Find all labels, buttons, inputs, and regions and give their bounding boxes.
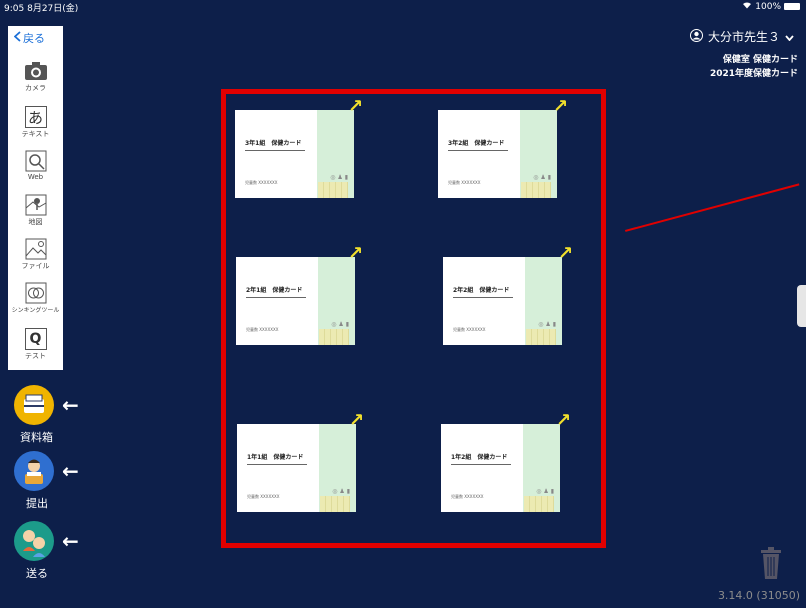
card-underline — [247, 464, 307, 465]
materials-box-icon — [14, 385, 54, 425]
tool-text[interactable]: あ テキスト — [8, 106, 63, 139]
user-name: 大分市先生３ — [707, 30, 780, 44]
card-title: 3年1組 保健カード — [245, 140, 302, 147]
card-underline — [245, 150, 305, 151]
back-label: 戻る — [23, 32, 45, 45]
tool-label: Web — [27, 173, 44, 181]
arrow-left-icon: ← — [62, 459, 79, 483]
card-1-1[interactable]: 1年1組 保健カード 児童数 XXXXXXX ◎ ♟ ▮ — [237, 424, 356, 512]
card-icons: ◎ ♟ ▮ — [536, 488, 554, 495]
card-1-2[interactable]: 1年2組 保健カード 児童数 XXXXXXX ◎ ♟ ▮ — [441, 424, 560, 512]
arrow-up-right-icon: ↗ — [348, 96, 364, 117]
tool-label: テキスト — [21, 130, 50, 138]
card-icons: ◎ ♟ ▮ — [331, 321, 349, 328]
card-3-1[interactable]: 3年1組 保健カード 児童数 XXXXXXX ◎ ♟ ▮ — [235, 110, 354, 198]
tool-label: シンキングツール — [11, 307, 60, 314]
chevron-down-icon — [785, 30, 794, 44]
text-glyph: あ — [27, 108, 43, 127]
status-right: 100% — [742, 1, 800, 12]
tool-label: ファイル — [21, 262, 50, 270]
camera-icon — [24, 60, 48, 82]
breadcrumb-folder: 保健室 保健カード — [722, 55, 798, 65]
arrow-left-icon: ← — [62, 393, 79, 417]
card-underline — [451, 464, 511, 465]
card-title: 1年1組 保健カード — [247, 454, 304, 461]
tool-web[interactable]: Web — [8, 150, 63, 181]
card-underline — [453, 297, 513, 298]
test-icon: Q — [24, 328, 47, 350]
materials-box-label: 資料箱 — [20, 431, 53, 444]
tool-palette: 戻る カメラ あ テキスト Web 地図 ファイル シンキングツール Q テスト — [8, 26, 63, 370]
card-title: 1年2組 保健カード — [451, 454, 508, 461]
arrow-up-right-icon: ↗ — [348, 243, 364, 264]
card-footer: 児童数 XXXXXXX — [451, 494, 484, 499]
card-footer: 児童数 XXXXXXX — [246, 327, 279, 332]
battery-icon — [784, 3, 800, 10]
breadcrumb-notebook: 2021年度保健カード — [709, 69, 798, 79]
text-icon: あ — [24, 106, 47, 128]
card-grid — [526, 329, 556, 345]
highlight-pointer-line — [625, 183, 800, 232]
tool-camera[interactable]: カメラ — [8, 60, 63, 93]
arrow-up-right-icon: ↗ — [558, 243, 574, 264]
card-footer: 児童数 XXXXXXX — [453, 327, 486, 332]
card-grid — [319, 329, 349, 345]
tool-test[interactable]: Q テスト — [8, 328, 63, 361]
arrow-left-icon: ← — [62, 529, 79, 553]
card-grid — [320, 496, 350, 512]
card-underline — [246, 297, 306, 298]
card-grid — [524, 496, 554, 512]
card-grid — [521, 182, 551, 198]
submit-icon — [14, 451, 54, 491]
card-footer: 児童数 XXXXXXX — [448, 180, 481, 185]
test-glyph: Q — [29, 331, 42, 347]
card-footer: 児童数 XXXXXXX — [247, 494, 280, 499]
tool-thinking[interactable]: シンキングツール — [8, 282, 63, 314]
submit-label: 提出 — [26, 497, 48, 510]
card-2-1[interactable]: 2年1組 保健カード 児童数 XXXXXXX ◎ ♟ ▮ — [236, 257, 355, 345]
card-2-2[interactable]: 2年2組 保健カード 児童数 XXXXXXX ◎ ♟ ▮ — [443, 257, 562, 345]
card-title: 2年2組 保健カード — [453, 287, 510, 294]
card-icons: ◎ ♟ ▮ — [533, 174, 551, 181]
status-bar: 9:05 8月27日(金) 100% — [0, 0, 806, 14]
send-label: 送る — [26, 567, 48, 580]
wifi-icon — [742, 1, 752, 12]
card-3-2[interactable]: 3年2組 保健カード 児童数 XXXXXXX ◎ ♟ ▮ — [438, 110, 557, 198]
arrow-up-right-icon: ↗ — [553, 96, 569, 117]
chevron-left-icon — [13, 31, 21, 45]
user-menu[interactable]: 大分市先生３ — [689, 28, 794, 45]
card-icons: ◎ ♟ ▮ — [538, 321, 556, 328]
arrow-up-right-icon: ↗ — [556, 410, 572, 431]
file-icon — [24, 238, 48, 260]
card-underline — [448, 150, 508, 151]
tool-label: 地図 — [28, 218, 43, 226]
trash-icon[interactable] — [760, 546, 782, 580]
user-icon — [689, 28, 703, 45]
tool-map[interactable]: 地図 — [8, 194, 63, 227]
tool-label: カメラ — [25, 84, 46, 92]
card-title: 3年2組 保健カード — [448, 140, 505, 147]
thinking-tool-icon — [24, 282, 48, 304]
version-label: 3.14.0 (31050) — [717, 589, 800, 602]
send-icon — [14, 521, 54, 561]
status-time: 9:05 8月27日(金) — [4, 4, 79, 14]
side-panel-handle[interactable] — [797, 285, 806, 327]
map-icon — [24, 194, 48, 216]
card-title: 2年1組 保健カード — [246, 287, 303, 294]
card-footer: 児童数 XXXXXXX — [245, 180, 278, 185]
back-button[interactable]: 戻る — [13, 30, 45, 46]
card-icons: ◎ ♟ ▮ — [332, 488, 350, 495]
arrow-up-right-icon: ↗ — [349, 410, 365, 431]
battery-percent: 100% — [755, 1, 781, 12]
tool-file[interactable]: ファイル — [8, 238, 63, 271]
web-search-icon — [24, 150, 48, 172]
tool-label: テスト — [25, 352, 46, 360]
card-icons: ◎ ♟ ▮ — [330, 174, 348, 181]
card-grid — [318, 182, 348, 198]
